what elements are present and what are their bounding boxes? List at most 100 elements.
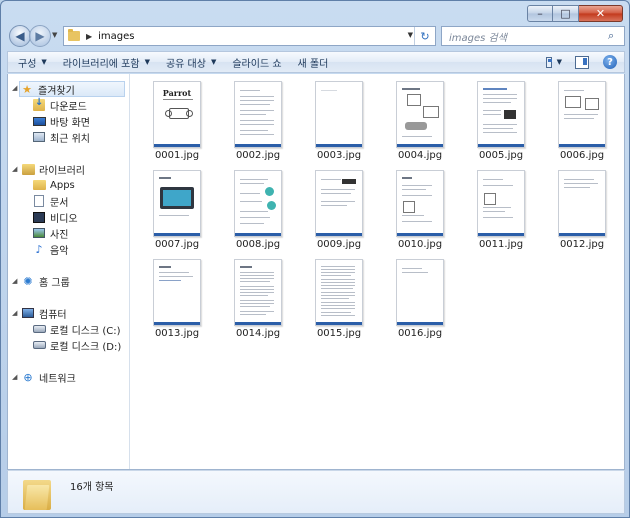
image-thumbnail: [558, 81, 606, 148]
view-icon: [546, 56, 552, 68]
help-button[interactable]: ?: [602, 54, 618, 70]
file-name: 0005.jpg: [478, 150, 524, 161]
caret-down-icon: ▼: [210, 58, 217, 66]
command-bar: 구성 ▼ 라이브러리에 포함 ▼ 공유 대상 ▼ 슬라이드 쇼 새 폴더 ▼ ?: [7, 51, 625, 73]
homegroup-icon: ✺: [23, 274, 33, 288]
sidebar-item-recent-places[interactable]: 최근 위치: [32, 129, 90, 145]
preview-pane-button[interactable]: [574, 54, 590, 70]
search-box[interactable]: images 검색 ⌕: [441, 26, 625, 46]
search-icon[interactable]: ⌕: [608, 29, 624, 43]
network-icon: ⊕: [23, 370, 33, 384]
file-item[interactable]: 0009.jpg: [292, 163, 372, 250]
forward-arrow-icon: ▶: [35, 29, 45, 43]
file-item[interactable]: 0011.jpg: [454, 163, 534, 250]
expand-chevron-icon[interactable]: ◢: [12, 84, 17, 92]
file-name: 0013.jpg: [154, 328, 200, 339]
address-row: ◀ ▶ ▼ ▶ images ▼ ↻ images 검색 ⌕: [7, 24, 625, 50]
sidebar-item-pictures[interactable]: 사진: [32, 225, 68, 241]
caption-buttons: – □ ✕: [527, 5, 623, 22]
file-item[interactable]: 0016.jpg: [373, 252, 453, 339]
sidebar-item-local-disk-d[interactable]: 로컬 디스크 (D:): [32, 337, 121, 353]
image-thumbnail: [396, 259, 444, 326]
music-icon: ♪: [35, 242, 43, 256]
sidebar-item-apps[interactable]: Apps: [32, 177, 75, 193]
forward-button[interactable]: ▶: [29, 25, 51, 47]
image-thumbnail: [558, 170, 606, 237]
help-icon: ?: [603, 55, 617, 69]
star-icon: ★: [22, 82, 32, 96]
file-name: 0016.jpg: [397, 328, 443, 339]
new-folder-button[interactable]: 새 폴더: [298, 55, 329, 70]
share-with-button[interactable]: 공유 대상 ▼: [166, 55, 216, 70]
disk-icon: [32, 341, 46, 349]
sidebar-item-videos[interactable]: 비디오: [32, 209, 78, 225]
file-name: 0009.jpg: [316, 239, 362, 250]
sidebar-item-homegroup[interactable]: ✺ 홈 그룹: [21, 273, 69, 289]
sidebar-item-computer[interactable]: 컴퓨터: [21, 305, 67, 321]
image-thumbnail: [234, 170, 282, 237]
file-name: 0008.jpg: [235, 239, 281, 250]
file-item[interactable]: 0002.jpg: [211, 74, 291, 161]
sidebar-item-music[interactable]: ♪ 음악: [32, 241, 68, 257]
folder-icon: [68, 29, 80, 41]
file-item[interactable]: Parrot 0001.jpg: [130, 74, 210, 161]
file-item[interactable]: 0005.jpg: [454, 74, 534, 161]
breadcrumb-images[interactable]: images: [98, 31, 134, 42]
file-name: 0010.jpg: [397, 239, 443, 250]
image-thumbnail: Parrot: [153, 81, 201, 148]
file-item[interactable]: 0003.jpg: [292, 74, 372, 161]
expand-chevron-icon[interactable]: ◢: [12, 373, 17, 381]
recent-pages-dropdown[interactable]: ▼: [52, 31, 57, 39]
file-item[interactable]: 0010.jpg: [373, 163, 453, 250]
address-bar[interactable]: ▶ images ▼ ↻: [63, 26, 436, 46]
search-input[interactable]: images 검색: [449, 29, 608, 44]
file-name: 0015.jpg: [316, 328, 362, 339]
navigation-pane[interactable]: ◢ ★ 즐겨찾기 다운로드 바탕 화면 최근 위치 ◢ 라이브러리: [8, 74, 130, 469]
file-item[interactable]: 0004.jpg: [373, 74, 453, 161]
file-item[interactable]: 0015.jpg: [292, 252, 372, 339]
sidebar-item-desktop[interactable]: 바탕 화면: [32, 113, 90, 129]
minimize-button[interactable]: –: [527, 5, 553, 22]
expand-chevron-icon[interactable]: ◢: [12, 277, 17, 285]
refresh-button[interactable]: ↻: [414, 27, 435, 45]
details-pane: 16개 항목: [7, 470, 625, 514]
file-item[interactable]: 0007.jpg: [130, 163, 210, 250]
expand-chevron-icon[interactable]: ◢: [12, 309, 17, 317]
documents-icon: [34, 195, 44, 207]
caret-down-icon: ▼: [41, 58, 47, 66]
include-in-library-button[interactable]: 라이브러리에 포함 ▼: [63, 55, 150, 70]
file-item[interactable]: 0012.jpg: [535, 163, 615, 250]
sidebar-item-libraries[interactable]: 라이브러리: [21, 161, 85, 177]
file-item[interactable]: 0014.jpg: [211, 252, 291, 339]
address-dropdown-icon[interactable]: ▼: [408, 31, 413, 39]
sidebar-item-favorites[interactable]: ★ 즐겨찾기: [19, 81, 125, 97]
image-thumbnail: [315, 259, 363, 326]
file-list[interactable]: Parrot 0001.jpg 0002.jpg 0003.jpg 0004.j…: [130, 74, 625, 469]
expand-chevron-icon[interactable]: ◢: [12, 165, 17, 173]
change-view-button[interactable]: ▼: [546, 54, 562, 70]
parrot-logo-text: Parrot: [162, 88, 192, 98]
file-item[interactable]: 0013.jpg: [130, 252, 210, 339]
sidebar-item-documents[interactable]: 문서: [32, 193, 68, 209]
sidebar-item-downloads[interactable]: 다운로드: [32, 97, 87, 113]
file-name: 0007.jpg: [154, 239, 200, 250]
file-item[interactable]: 0006.jpg: [535, 74, 615, 161]
image-thumbnail: [234, 259, 282, 326]
breadcrumb-chevron-icon[interactable]: ▶: [86, 32, 92, 41]
windows-disk-icon: [32, 325, 46, 333]
sidebar-item-network[interactable]: ⊕ 네트워크: [21, 369, 75, 385]
file-item[interactable]: 0008.jpg: [211, 163, 291, 250]
back-arrow-icon: ◀: [15, 29, 25, 43]
slideshow-button[interactable]: 슬라이드 쇼: [232, 55, 281, 70]
folder-icon: [32, 180, 46, 190]
maximize-button[interactable]: □: [553, 5, 579, 22]
toolbar-right: ▼ ?: [546, 54, 618, 70]
back-button[interactable]: ◀: [9, 25, 31, 47]
image-thumbnail: [234, 81, 282, 148]
caret-down-icon: ▼: [144, 58, 150, 66]
organize-button[interactable]: 구성 ▼: [18, 55, 47, 70]
sidebar-item-local-disk-c[interactable]: 로컬 디스크 (C:): [32, 321, 121, 337]
folder-icon: [23, 477, 51, 510]
recent-places-icon: [33, 132, 45, 142]
close-button[interactable]: ✕: [579, 5, 623, 22]
